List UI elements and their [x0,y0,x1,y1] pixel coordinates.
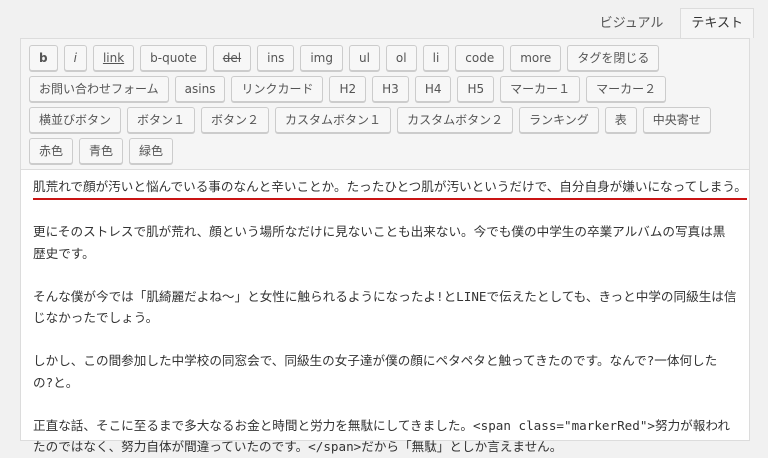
button2-button[interactable]: ボタン２ [201,107,270,133]
ins-button[interactable]: ins [257,45,295,71]
ranking-button[interactable]: ランキング [519,107,599,133]
del-button[interactable]: del [212,45,252,71]
content-paragraph: そんな僕が今では「肌綺麗だよね〜」と女性に触られるようになったよ!とLINEで伝… [33,288,737,326]
asins-button[interactable]: asins [174,76,226,102]
toolbar-row: お問い合わせフォーム asins リンクカード H2 H3 H4 H5 マーカー… [29,76,741,102]
img-button[interactable]: img [300,45,343,71]
green-color-button[interactable]: 緑色 [129,138,174,164]
content-paragraph: 肌荒れで顔が汚いと悩んでいる事のなんと辛いことか。たったひとつ肌が汚いというだけ… [33,176,747,200]
code-button[interactable]: code [455,45,505,71]
close-tags-button[interactable]: タグを閉じる [567,45,660,71]
editor-tabs: ビジュアル テキスト [589,8,754,38]
toolbar-row: 横並びボタン ボタン１ ボタン２ カスタムボタン１ カスタムボタン２ ランキング… [29,107,741,133]
custom-button2-button[interactable]: カスタムボタン２ [397,107,514,133]
li-button[interactable]: li [422,45,450,71]
ul-button[interactable]: ul [348,45,380,71]
center-align-button[interactable]: 中央寄せ [642,107,711,133]
toolbar-row: b i link b-quote del ins img ul ol li co… [29,45,741,71]
content-paragraph: しかし、この間参加した中学校の同窓会で、同級生の女子達が僕の顔にペタペタと触って… [33,353,718,390]
tab-visual[interactable]: ビジュアル [589,8,675,38]
content-paragraph: 正直な話、そこに至るまで多大なるお金と時間と労力を無駄にしてきました。<span… [33,417,730,455]
link-button[interactable]: link [92,45,135,71]
h5-button[interactable]: H5 [457,76,495,102]
quicktags-toolbar: b i link b-quote del ins img ul ol li co… [21,39,749,170]
h2-button[interactable]: H2 [329,76,367,102]
toolbar-row: 赤色 青色 緑色 [29,138,741,164]
h4-button[interactable]: H4 [414,76,452,102]
editor-textarea[interactable]: 肌荒れで顔が汚いと悩んでいる事のなんと辛いことか。たったひとつ肌が汚いというだけ… [21,170,749,458]
marker1-button[interactable]: マーカー１ [500,76,581,102]
content-paragraph: 更にそのストレスで肌が荒れ、顔という場所なだけに見ないことも出来ない。今でも僕の… [33,224,726,261]
text-editor: b i link b-quote del ins img ul ol li co… [20,38,750,454]
contact-form-button[interactable]: お問い合わせフォーム [29,76,169,102]
underlined-sentence: 肌荒れで顔が汚いと悩んでいる事のなんと辛いことか。たったひとつ肌が汚いというだけ… [33,176,747,200]
h3-button[interactable]: H3 [372,76,409,102]
more-button[interactable]: more [510,45,562,71]
marker2-button[interactable]: マーカー２ [586,76,667,102]
tab-text[interactable]: テキスト [680,8,754,38]
inline-buttons-button[interactable]: 横並びボタン [29,107,122,133]
ol-button[interactable]: ol [385,45,417,71]
bold-button[interactable]: b [29,45,58,71]
table-button[interactable]: 表 [604,107,637,133]
button1-button[interactable]: ボタン１ [127,107,196,133]
blockquote-button[interactable]: b-quote [140,45,207,71]
red-color-button[interactable]: 赤色 [29,138,74,164]
blue-color-button[interactable]: 青色 [79,138,124,164]
custom-button1-button[interactable]: カスタムボタン１ [275,107,392,133]
italic-button[interactable]: i [63,45,87,71]
link-card-button[interactable]: リンクカード [231,76,324,102]
